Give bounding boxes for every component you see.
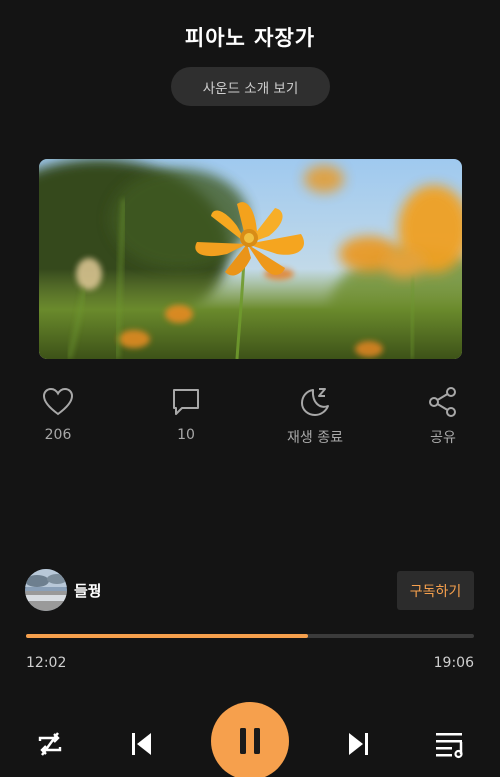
avatar[interactable] xyxy=(25,569,67,611)
share-label: 공유 xyxy=(430,430,456,446)
skip-previous-icon xyxy=(132,733,151,755)
share-action[interactable]: 공유 xyxy=(388,385,498,447)
previous-button[interactable] xyxy=(124,727,158,761)
page-title: 피아노 자장가 xyxy=(184,26,316,50)
playlist-icon xyxy=(436,733,463,759)
sleep-timer-label: 재생 종료 xyxy=(287,430,343,446)
next-button[interactable] xyxy=(342,727,376,761)
comment-icon xyxy=(173,389,199,415)
progress-fill xyxy=(26,634,309,638)
sleep-timer-icon xyxy=(301,388,329,416)
subscribe-button[interactable]: 구독하기 xyxy=(397,571,474,610)
comment-count: 10 xyxy=(177,427,195,443)
cover-image xyxy=(39,159,462,359)
sound-intro-button[interactable]: 사운드 소개 보기 xyxy=(171,67,330,106)
heart-icon xyxy=(42,387,74,416)
sleep-timer-action[interactable]: 재생 종료 xyxy=(260,385,370,447)
artist-name: 들꿩 xyxy=(74,581,102,600)
artist-info[interactable]: 들꿩 xyxy=(25,569,102,611)
current-time: 12:02 xyxy=(26,655,67,671)
repeat-button[interactable] xyxy=(33,727,67,761)
like-action[interactable]: 206 xyxy=(3,385,113,443)
comment-action[interactable]: 10 xyxy=(131,385,241,443)
skip-next-icon xyxy=(349,733,368,755)
total-time: 19:06 xyxy=(433,655,474,671)
progress-bar[interactable] xyxy=(26,634,474,638)
pause-button[interactable] xyxy=(211,702,289,777)
share-icon xyxy=(429,387,456,417)
playlist-button[interactable] xyxy=(433,727,467,761)
repeat-icon xyxy=(38,732,62,756)
like-count: 206 xyxy=(44,427,72,443)
pause-icon xyxy=(240,728,260,754)
action-bar: 206 10 재생 종료 공유 xyxy=(0,385,500,455)
